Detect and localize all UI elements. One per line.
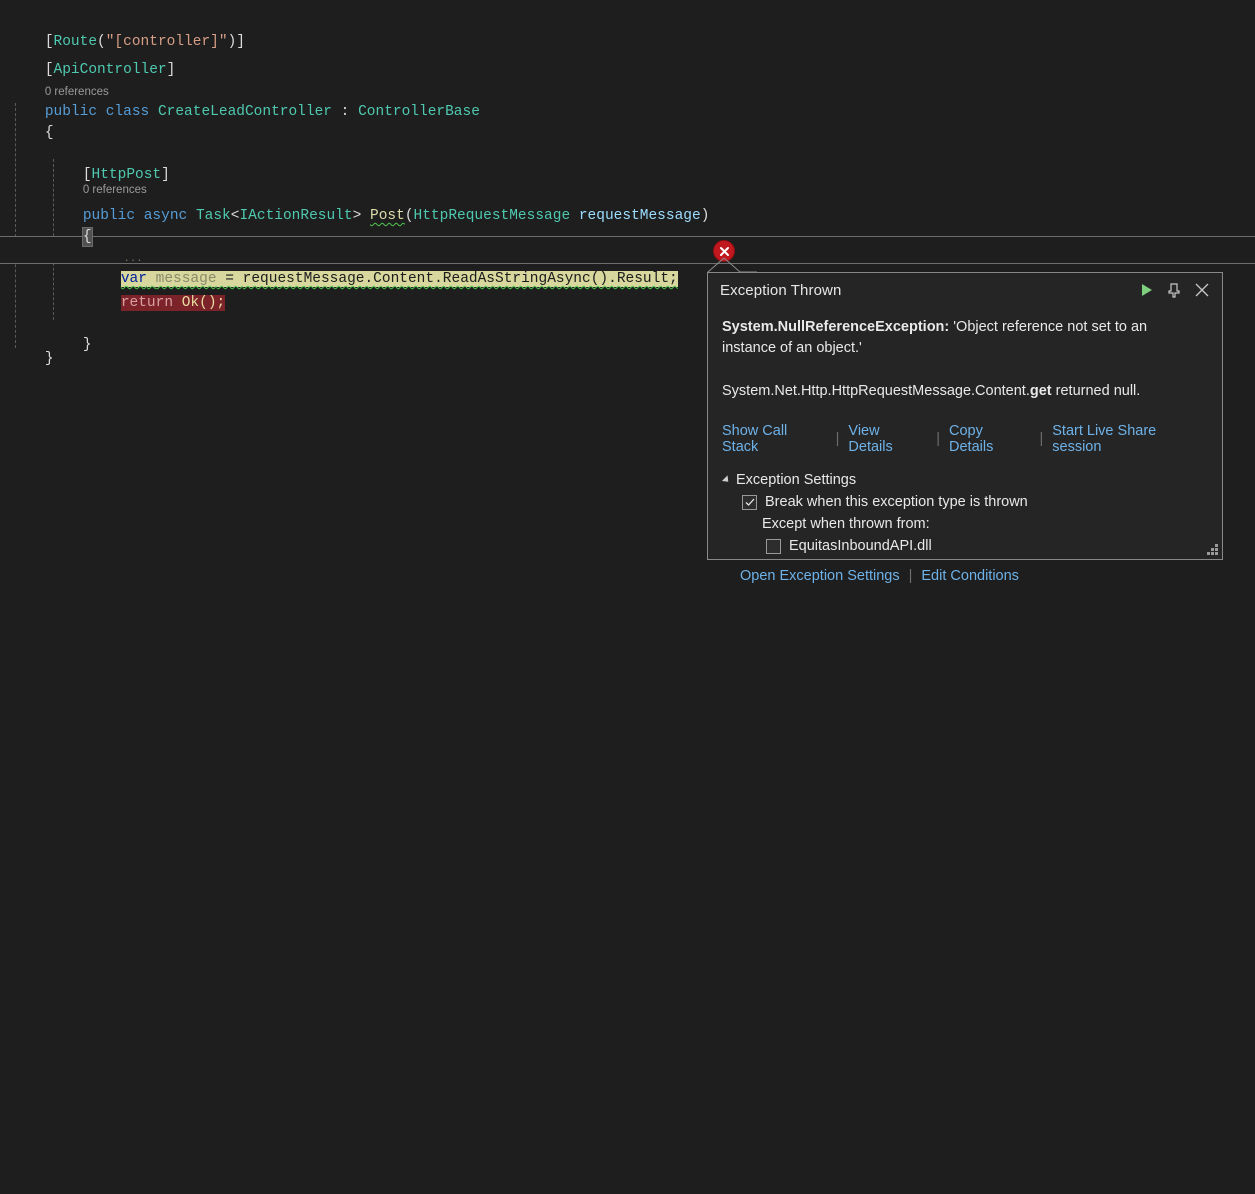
except-when-thrown-label: Except when thrown from: <box>762 516 930 532</box>
exception-message-row: System.NullReferenceException: 'Object r… <box>722 317 1192 359</box>
except-when-thrown-row: Except when thrown from: <box>762 516 1208 532</box>
error-circle-x-icon[interactable] <box>713 240 735 262</box>
resize-grip-icon[interactable] <box>1205 542 1219 556</box>
expander-triangle-icon[interactable] <box>721 475 732 485</box>
exception-settings-label: Exception Settings <box>736 472 857 488</box>
exception-type: System.NullReferenceException: <box>722 319 950 335</box>
code-line-10[interactable]: { <box>0 195 1255 247</box>
detail-suffix: returned null. <box>1051 383 1141 399</box>
module-exclusion-checkbox[interactable] <box>766 538 781 554</box>
exception-thrown-popup[interactable]: Exception Thrown System.NullReferenceExc… <box>707 272 1223 584</box>
edit-conditions-link[interactable]: Edit Conditions <box>921 568 1019 584</box>
module-exclusion-row[interactable]: EquitasInboundAPI.dll <box>766 538 1208 554</box>
copy-details-link[interactable]: Copy Details <box>949 423 1030 455</box>
detail-bold-get: get <box>1029 383 1052 399</box>
break-when-thrown-row[interactable]: Break when this exception type is thrown <box>742 494 1208 510</box>
popup-header: Exception Thrown <box>708 273 1222 307</box>
detail-prefix: System.Net.Http.HttpRequestMessage.Conte… <box>722 383 1030 399</box>
open-exception-settings-link[interactable]: Open Exception Settings <box>740 568 900 584</box>
show-call-stack-link[interactable]: Show Call Stack <box>722 423 827 455</box>
break-when-thrown-checkbox[interactable] <box>742 494 757 510</box>
code-line-5[interactable]: { <box>0 91 1255 141</box>
code-line-1[interactable]: [Route("[controller]")] <box>0 0 1255 50</box>
exception-detail-row: System.Net.Http.HttpRequestMessage.Conte… <box>722 381 1192 402</box>
popup-action-links: Show Call Stack | View Details | Copy De… <box>722 423 1208 455</box>
popup-bottom-links: Open Exception Settings | Edit Condition… <box>740 568 1208 592</box>
code-line-7[interactable]: [HttpPost] <box>0 133 1255 183</box>
link-separator-1: | <box>835 431 840 447</box>
close-icon[interactable] <box>1188 276 1216 304</box>
exception-settings-header[interactable]: Exception Settings <box>721 472 1208 488</box>
exception-settings-section: Exception Settings Break when this excep… <box>721 472 1208 592</box>
link-separator-3: | <box>1039 431 1044 447</box>
link-separator-2: | <box>936 431 940 447</box>
link-separator-4: | <box>908 568 913 584</box>
popup-body: System.NullReferenceException: 'Object r… <box>708 307 1222 592</box>
start-live-share-link[interactable]: Start Live Share session <box>1052 423 1208 455</box>
module-exclusion-label: EquitasInboundAPI.dll <box>789 538 932 554</box>
break-when-thrown-label: Break when this exception type is thrown <box>765 494 1028 510</box>
code-line-2[interactable]: [ApiController] <box>0 28 1255 78</box>
continue-play-icon[interactable] <box>1132 276 1160 304</box>
view-details-link[interactable]: View Details <box>848 423 927 455</box>
pin-icon[interactable] <box>1160 276 1188 304</box>
token-class-close-brace: } <box>44 351 54 367</box>
popup-title: Exception Thrown <box>720 281 842 299</box>
